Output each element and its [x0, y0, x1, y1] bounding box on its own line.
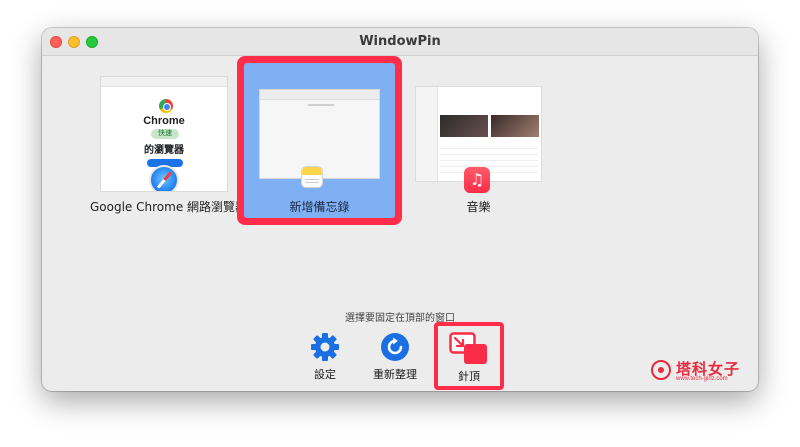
title-bar: WindowPin	[42, 28, 758, 56]
safari-compass-icon	[149, 165, 179, 191]
notes-text-line	[308, 104, 334, 106]
chrome-window-thumbnail[interactable]: Chrome 快速 的瀏覽器	[100, 76, 228, 192]
window-card-label-music: 音樂	[466, 200, 491, 214]
pin-button[interactable]: 針頂	[438, 326, 500, 386]
watermark-logo: 塔科女子 www.tech-girlz.com	[650, 358, 746, 384]
chrome-preview-sub: 的瀏覽器	[144, 145, 184, 156]
chrome-preview-brand: Chrome	[143, 115, 185, 127]
refresh-icon	[381, 333, 409, 361]
window-card-label-chrome: Google Chrome 網路瀏覽器	[90, 200, 248, 214]
music-track-list	[440, 143, 538, 173]
window-card-label-notes: 新增備忘錄	[289, 200, 350, 214]
watermark-url: www.tech-girlz.com	[676, 376, 728, 382]
pin-window-icon	[449, 332, 487, 364]
music-banner	[491, 115, 539, 137]
selection-hint: 選擇要固定在頂部的窗口	[345, 313, 455, 324]
watermark-badge-icon	[651, 360, 671, 380]
music-sidebar	[416, 87, 438, 181]
window-card-notes-selected[interactable]: 新增備忘錄	[237, 56, 402, 225]
chrome-urlbar	[101, 77, 227, 87]
selected-card-background: 新增備忘錄	[244, 63, 395, 218]
music-note-icon: ♫	[464, 167, 490, 193]
settings-label: 設定	[314, 368, 336, 381]
gear-icon	[311, 333, 339, 361]
chrome-preview-pill: 快速	[151, 129, 179, 139]
window-title: WindowPin	[359, 34, 441, 49]
pin-label: 針頂	[458, 370, 480, 383]
notes-toolbar	[260, 90, 379, 100]
music-banner	[440, 115, 488, 137]
refresh-button[interactable]: 重新整理	[367, 332, 423, 381]
refresh-label: 重新整理	[373, 368, 417, 381]
windowpin-window: WindowPin Chrome 快速 的瀏覽器 Google Chrome 網…	[42, 28, 758, 391]
settings-button[interactable]: 設定	[305, 332, 345, 381]
notes-app-icon	[301, 166, 323, 188]
chrome-logo-icon	[159, 99, 173, 113]
